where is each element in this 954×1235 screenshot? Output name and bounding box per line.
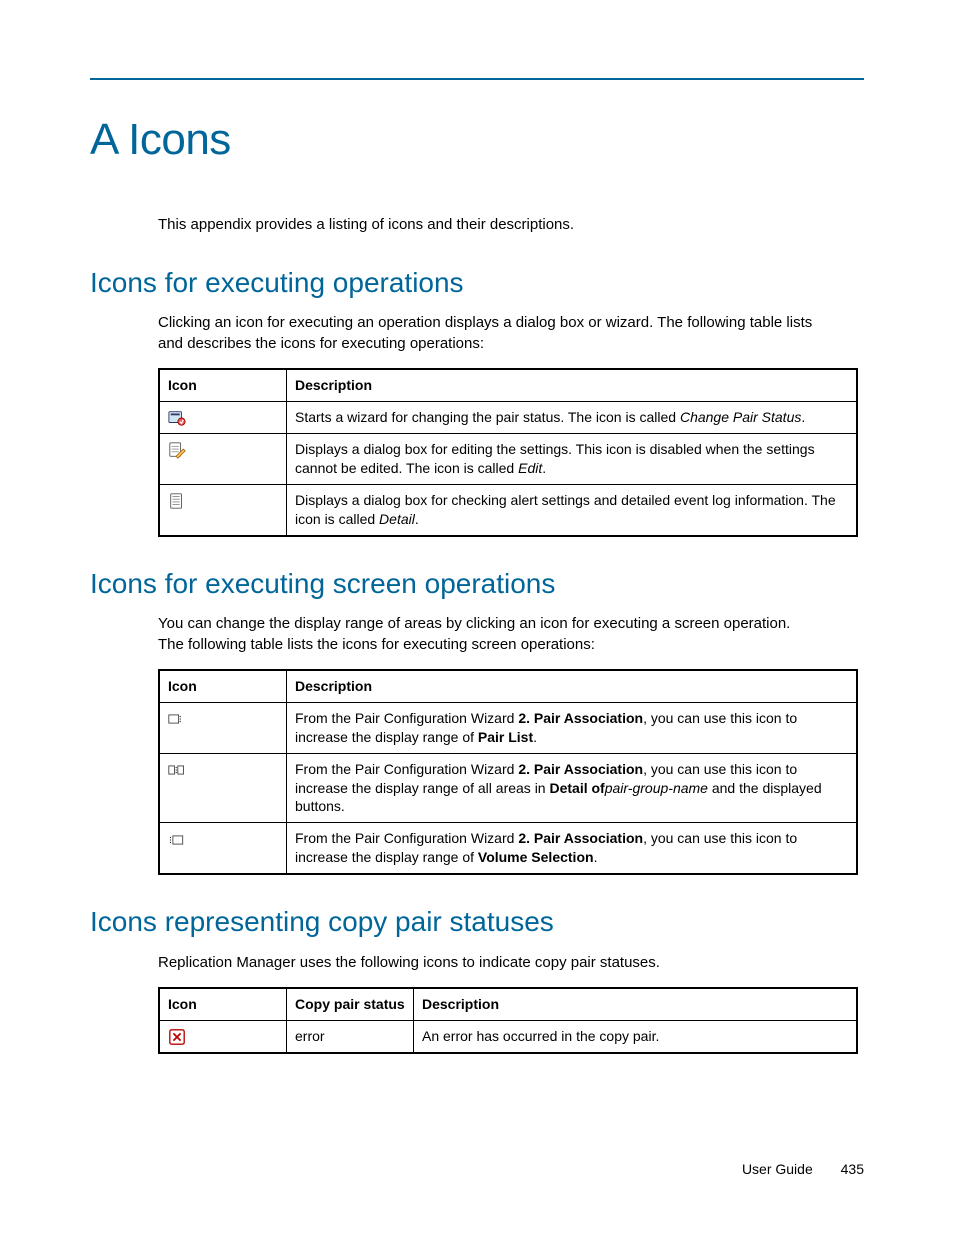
error-status-icon	[168, 1028, 186, 1046]
col-desc: Description	[287, 369, 858, 401]
desc-post: .	[415, 511, 419, 527]
edit-icon	[168, 441, 186, 459]
section2-heading: Icons for executing screen operations	[90, 565, 864, 603]
icon-cell	[159, 401, 287, 433]
desc-b1: 2. Pair Association	[518, 761, 643, 777]
desc-cell: Starts a wizard for changing the pair st…	[287, 401, 858, 433]
icon-cell	[159, 753, 287, 823]
desc-post: .	[533, 729, 537, 745]
desc-text: Starts a wizard for changing the pair st…	[295, 409, 680, 425]
section3-para: Replication Manager uses the following i…	[158, 953, 818, 973]
col-status: Copy pair status	[287, 988, 414, 1020]
desc-em: Detail	[379, 511, 415, 527]
section1-heading: Icons for executing operations	[90, 264, 864, 302]
desc-post: .	[801, 409, 805, 425]
desc-cell: Displays a dialog box for editing the se…	[287, 434, 858, 485]
page: A Icons This appendix provides a listing…	[0, 0, 954, 1235]
top-rule	[90, 78, 864, 80]
col-icon: Icon	[159, 369, 287, 401]
section3-heading: Icons representing copy pair statuses	[90, 903, 864, 941]
col-desc: Description	[287, 670, 858, 702]
desc-cell: From the Pair Configuration Wizard 2. Pa…	[287, 823, 858, 874]
desc-post: .	[594, 849, 598, 865]
section2-para: You can change the display range of area…	[158, 614, 818, 655]
expand-detail-icon	[168, 761, 186, 779]
col-icon: Icon	[159, 670, 287, 702]
table-row: Starts a wizard for changing the pair st…	[159, 401, 857, 433]
section1-table: Icon Description Starts a wizard for cha…	[158, 368, 858, 537]
section2-table: Icon Description F	[158, 669, 858, 875]
desc-text: From the Pair Configuration Wizard	[295, 761, 518, 777]
icon-cell	[159, 702, 287, 753]
col-icon: Icon	[159, 988, 287, 1020]
detail-icon	[168, 492, 186, 510]
table-header-row: Icon Description	[159, 670, 857, 702]
desc-em: pair-group-name	[605, 780, 708, 796]
icon-cell	[159, 823, 287, 874]
table-row: Displays a dialog box for editing the se…	[159, 434, 857, 485]
expand-volume-selection-icon	[168, 831, 186, 849]
desc-cell: From the Pair Configuration Wizard 2. Pa…	[287, 753, 858, 823]
desc-cell: Displays a dialog box for checking alert…	[287, 484, 858, 535]
footer-page: 435	[841, 1161, 864, 1177]
desc-b2: Pair List	[478, 729, 533, 745]
table-row: Displays a dialog box for checking alert…	[159, 484, 857, 535]
appendix-intro: This appendix provides a listing of icon…	[158, 215, 818, 235]
desc-em: Edit	[518, 460, 542, 476]
expand-pair-list-icon	[168, 710, 186, 728]
desc-text: From the Pair Configuration Wizard	[295, 710, 518, 726]
icon-cell	[159, 1021, 287, 1054]
icon-cell	[159, 484, 287, 535]
section3-table: Icon Copy pair status Description error …	[158, 987, 858, 1054]
table-header-row: Icon Description	[159, 369, 857, 401]
desc-cell: From the Pair Configuration Wizard 2. Pa…	[287, 702, 858, 753]
table-row: From the Pair Configuration Wizard 2. Pa…	[159, 702, 857, 753]
desc-em: Change Pair Status	[680, 409, 801, 425]
table-row: From the Pair Configuration Wizard 2. Pa…	[159, 823, 857, 874]
table-row: From the Pair Configuration Wizard 2. Pa…	[159, 753, 857, 823]
icon-cell	[159, 434, 287, 485]
desc-b1: 2. Pair Association	[518, 710, 643, 726]
desc-b2: Detail of	[549, 780, 604, 796]
desc-b1: 2. Pair Association	[518, 830, 643, 846]
desc-text: From the Pair Configuration Wizard	[295, 830, 518, 846]
desc-text: Displays a dialog box for checking alert…	[295, 492, 836, 527]
table-header-row: Icon Copy pair status Description	[159, 988, 857, 1020]
table-row: error An error has occurred in the copy …	[159, 1021, 857, 1054]
desc-text: Displays a dialog box for editing the se…	[295, 441, 815, 476]
change-pair-status-icon	[168, 409, 186, 427]
desc-post: .	[542, 460, 546, 476]
page-footer: User Guide 435	[742, 1160, 864, 1179]
desc-cell: An error has occurred in the copy pair.	[414, 1021, 858, 1054]
footer-guide: User Guide	[742, 1161, 813, 1177]
status-cell: error	[287, 1021, 414, 1054]
desc-b2: Volume Selection	[478, 849, 594, 865]
appendix-title: A Icons	[90, 110, 864, 169]
col-desc: Description	[414, 988, 858, 1020]
section1-para: Clicking an icon for executing an operat…	[158, 313, 818, 354]
